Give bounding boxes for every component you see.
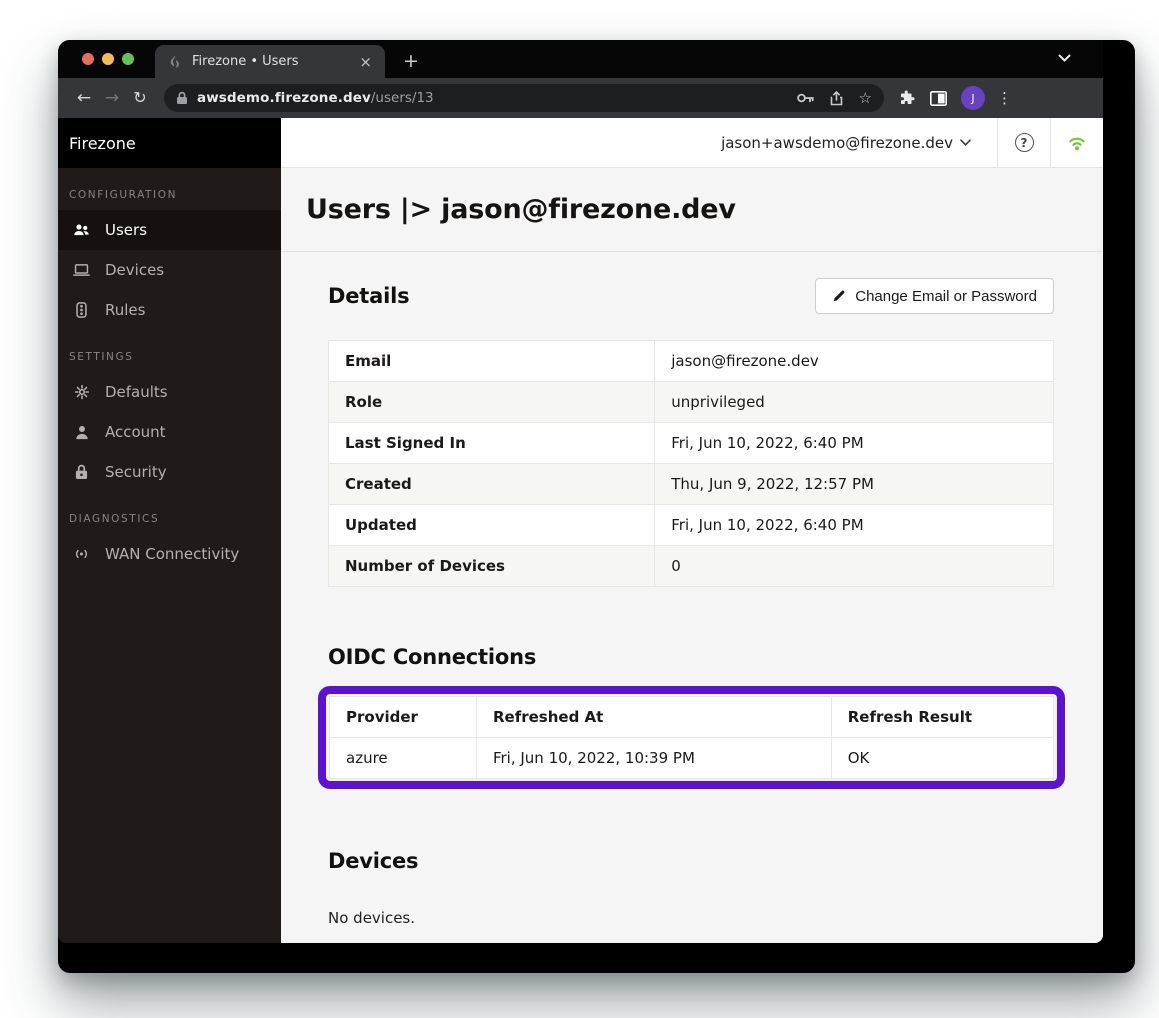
- table-row: CreatedThu, Jun 9, 2022, 12:57 PM: [329, 464, 1054, 505]
- tab-search-chevron-icon[interactable]: [1058, 54, 1071, 62]
- sidebar-item-rules[interactable]: Rules: [58, 290, 281, 330]
- broadcast-icon: [73, 548, 90, 560]
- tab-strip: Firezone • Users × +: [58, 40, 1103, 78]
- browser-window: Firezone • Users × + ← → ↻ awsdemo.firez…: [58, 40, 1135, 973]
- help-button[interactable]: ?: [997, 118, 1050, 167]
- sidebar-item-defaults[interactable]: Defaults: [58, 372, 281, 412]
- account-menu[interactable]: jason+awsdemo@firezone.dev: [721, 118, 997, 167]
- page-title: Users |> jason@firezone.dev: [306, 194, 736, 225]
- share-icon[interactable]: [830, 91, 843, 106]
- sidebar-section-configuration: CONFIGURATION: [58, 168, 281, 210]
- firezone-favicon-icon: [167, 54, 183, 70]
- lock-icon[interactable]: [176, 91, 188, 105]
- browser-menu-icon[interactable]: ⋮: [997, 89, 1012, 107]
- devices-heading: Devices: [328, 849, 1054, 873]
- sidebar-item-label: Devices: [105, 261, 164, 279]
- chevron-down-icon: [960, 139, 971, 146]
- laptop-icon: [73, 263, 90, 277]
- table-row: Number of Devices0: [329, 546, 1054, 587]
- bookmark-star-icon[interactable]: ☆: [859, 89, 872, 107]
- sidebar-item-label: Users: [105, 221, 147, 239]
- oidc-connections-heading: OIDC Connections: [328, 645, 536, 669]
- details-heading: Details: [328, 284, 409, 308]
- sidebar-item-users[interactable]: Users: [58, 210, 281, 250]
- page-header: Users |> jason@firezone.dev: [281, 168, 1103, 252]
- sidebar-item-account[interactable]: Account: [58, 412, 281, 452]
- table-row: Roleunprivileged: [329, 382, 1054, 423]
- table-header-row: Provider Refreshed At Refresh Result: [330, 697, 1054, 738]
- side-panel-icon[interactable]: [930, 91, 947, 106]
- traffic-light-icon: [73, 302, 90, 318]
- pencil-icon: [832, 289, 846, 303]
- extensions-puzzle-icon[interactable]: [898, 89, 916, 107]
- url-path: /users/13: [371, 90, 434, 106]
- change-email-password-button[interactable]: Change Email or Password: [815, 278, 1054, 314]
- close-window-button[interactable]: [82, 53, 94, 65]
- person-icon: [73, 425, 90, 440]
- browser-toolbar: ← → ↻ awsdemo.firezone.dev/users/13 ☆: [58, 78, 1103, 118]
- sidebar-item-wan-connectivity[interactable]: WAN Connectivity: [58, 534, 281, 574]
- devices-empty-text: No devices.: [328, 909, 1054, 927]
- sidebar-item-security[interactable]: Security: [58, 452, 281, 492]
- sidebar-item-label: WAN Connectivity: [105, 545, 239, 563]
- table-row: Emailjason@firezone.dev: [329, 341, 1054, 382]
- brand-logo[interactable]: Firezone: [58, 118, 281, 168]
- reload-button[interactable]: ↻: [126, 90, 154, 106]
- password-key-icon[interactable]: [797, 92, 814, 104]
- sidebar-item-devices[interactable]: Devices: [58, 250, 281, 290]
- sidebar-section-diagnostics: DIAGNOSTICS: [58, 492, 281, 534]
- back-button[interactable]: ←: [70, 90, 98, 107]
- address-bar[interactable]: awsdemo.firezone.dev/users/13 ☆: [164, 84, 884, 112]
- minimize-window-button[interactable]: [102, 53, 114, 65]
- sidebar-item-label: Account: [105, 423, 166, 441]
- gear-icon: [73, 384, 90, 400]
- new-tab-button[interactable]: +: [403, 52, 419, 71]
- tab-title: Firezone • Users: [192, 54, 356, 69]
- sidebar-item-label: Rules: [105, 301, 145, 319]
- users-icon: [73, 223, 90, 237]
- account-email: jason+awsdemo@firezone.dev: [721, 134, 953, 152]
- highlight-annotation-box: Provider Refreshed At Refresh Result azu…: [318, 686, 1065, 789]
- lock-icon: [73, 464, 90, 480]
- zoom-window-button[interactable]: [122, 53, 134, 65]
- url-host: awsdemo.firezone.dev: [197, 90, 371, 106]
- details-table: Emailjason@firezone.dev Roleunprivileged…: [328, 340, 1054, 587]
- tab-close-icon[interactable]: ×: [356, 53, 375, 71]
- sidebar-item-label: Security: [105, 463, 167, 481]
- account-bar: jason+awsdemo@firezone.dev ?: [281, 118, 1103, 168]
- wifi-icon: [1067, 135, 1087, 151]
- sidebar-item-label: Defaults: [105, 383, 168, 401]
- table-row: azure Fri, Jun 10, 2022, 10:39 PM OK: [330, 738, 1054, 779]
- help-icon: ?: [1015, 133, 1034, 152]
- table-row: Last Signed InFri, Jun 10, 2022, 6:40 PM: [329, 423, 1054, 464]
- sidebar: Firezone CONFIGURATION Users Devices: [58, 118, 281, 943]
- forward-button[interactable]: →: [98, 90, 126, 107]
- browser-tab[interactable]: Firezone • Users ×: [155, 45, 385, 78]
- browser-profile-avatar[interactable]: J: [961, 86, 985, 110]
- table-row: UpdatedFri, Jun 10, 2022, 6:40 PM: [329, 505, 1054, 546]
- sidebar-section-settings: SETTINGS: [58, 330, 281, 372]
- connectivity-status-button[interactable]: [1050, 118, 1103, 167]
- oidc-connections-table: Provider Refreshed At Refresh Result azu…: [329, 696, 1054, 779]
- window-controls: [82, 53, 134, 65]
